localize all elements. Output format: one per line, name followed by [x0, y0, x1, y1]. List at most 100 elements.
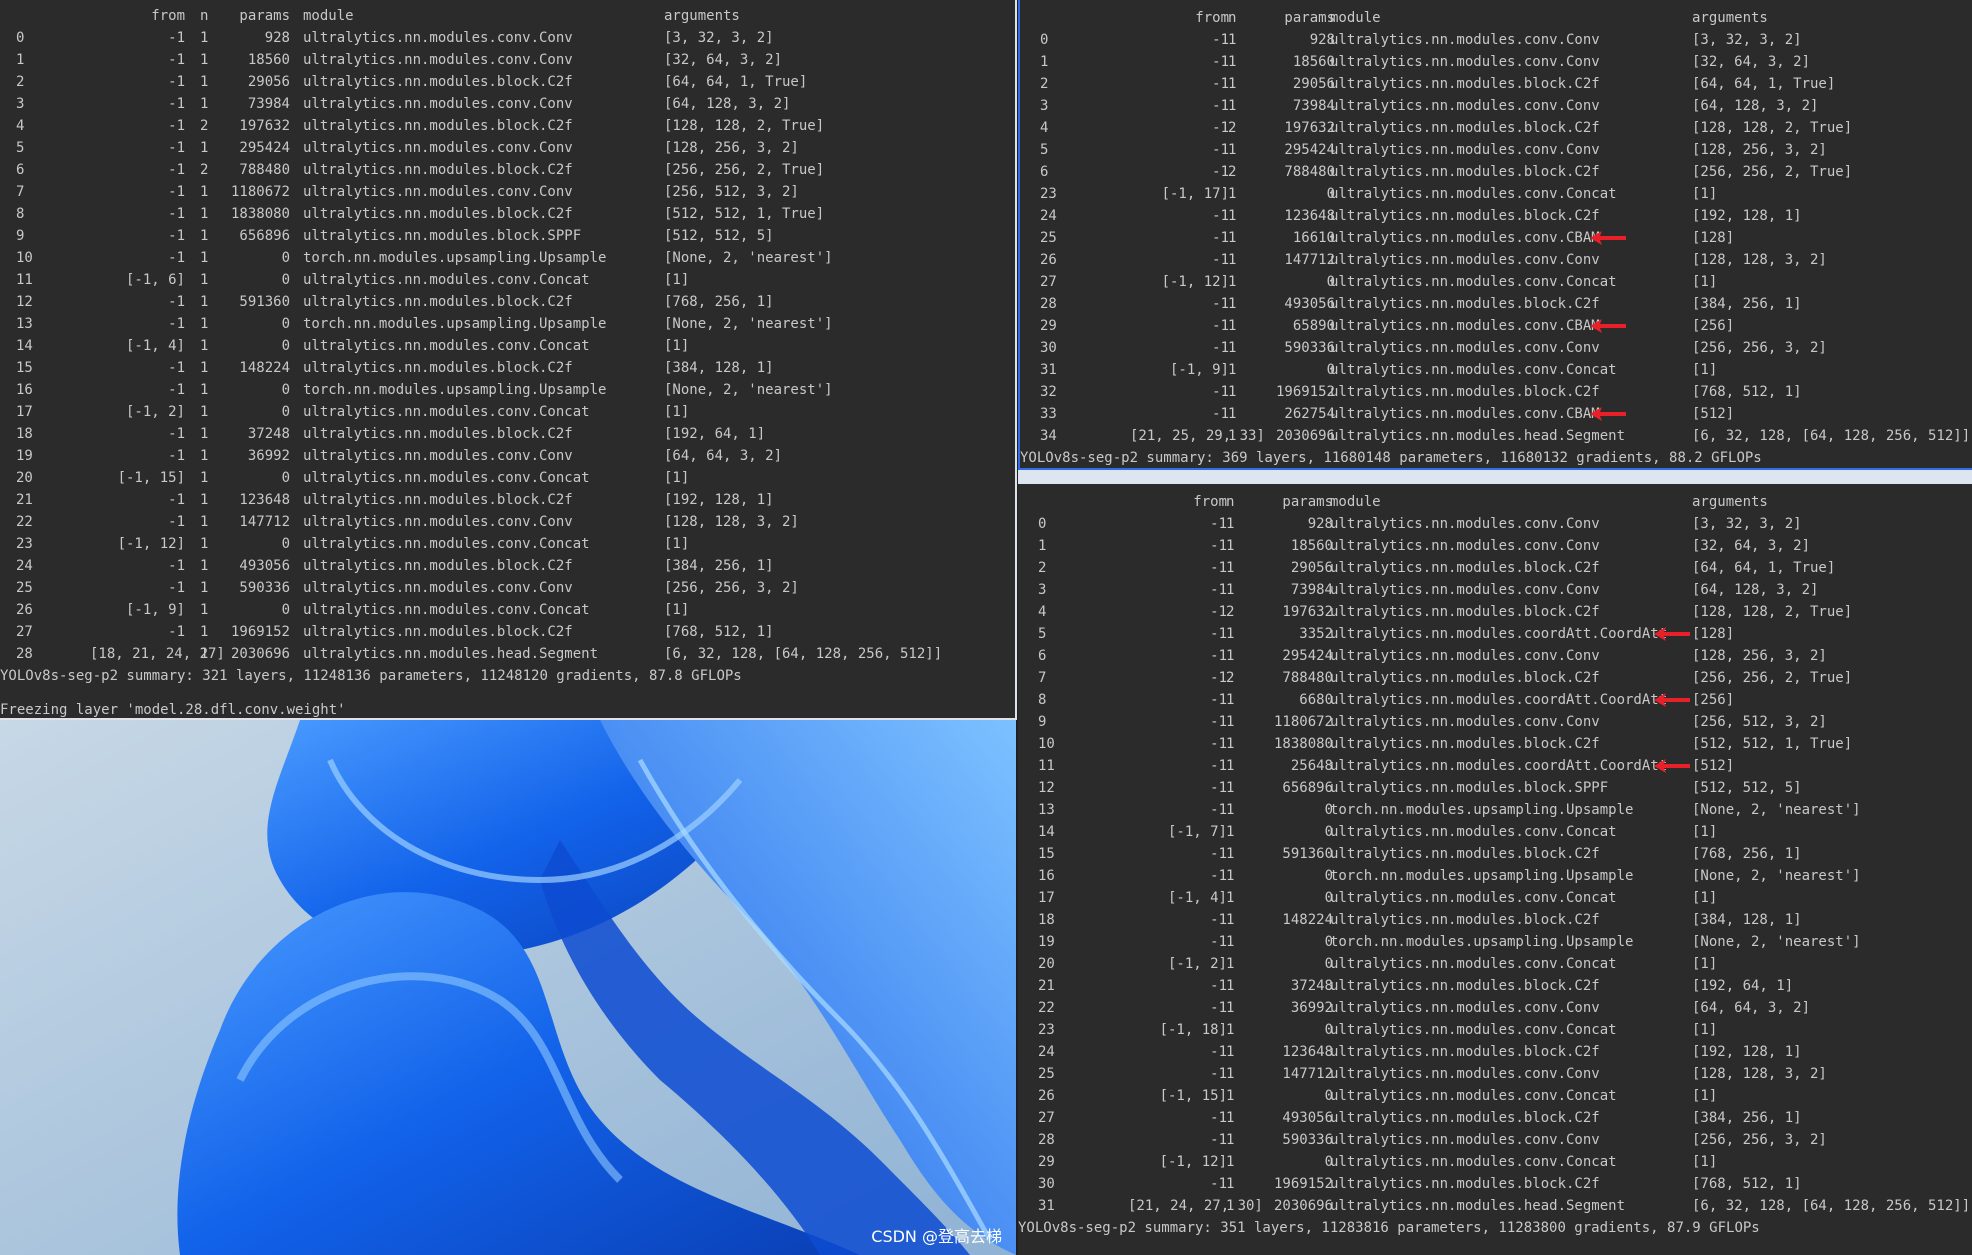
layer-from: [-1, 12]: [1161, 274, 1229, 290]
layer-n: 1: [1226, 1022, 1235, 1038]
layer-module: torch.nn.modules.upsampling.Upsample: [303, 250, 607, 266]
layer-module: ultralytics.nn.modules.block.C2f: [1330, 736, 1600, 752]
layer-params: 18560: [247, 52, 290, 68]
layer-arguments: [256, 256, 2, True]: [1692, 670, 1853, 686]
layer-from: -1: [168, 580, 185, 596]
layer-params: 0: [281, 404, 290, 420]
layer-arguments: [64, 64, 1, True]: [664, 74, 808, 90]
layer-index: 0: [16, 30, 25, 46]
layer-index: 6: [16, 162, 25, 178]
layer-index: 31: [1038, 1198, 1055, 1214]
layer-module: ultralytics.nn.modules.coordAtt.CoordAtt: [1330, 626, 1668, 642]
header-arguments: arguments: [1692, 494, 1768, 510]
layer-module: ultralytics.nn.modules.conv.Conv: [1330, 582, 1600, 598]
layer-arguments: [256, 256, 2, True]: [1692, 164, 1853, 180]
layer-module: torch.nn.modules.upsampling.Upsample: [303, 316, 607, 332]
terminal-panel-left: from n params module arguments 0 -1 1 928 ultraly…: [0, 0, 1017, 720]
layer-params: 0: [1324, 868, 1333, 884]
layer-index: 24: [16, 558, 33, 574]
layer-module: ultralytics.nn.modules.block.C2f: [303, 360, 573, 376]
layer-from: -1: [1210, 714, 1227, 730]
layer-index: 0: [1040, 32, 1049, 48]
layer-n: 2: [1228, 164, 1237, 180]
summary-line: YOLOv8s-seg-p2 summary: 351 layers, 1128…: [1018, 1220, 1760, 1236]
layer-n: 1: [1226, 758, 1235, 774]
layer-params: 3352: [1299, 626, 1333, 642]
layer-params: 295424: [1284, 142, 1335, 158]
layer-module: ultralytics.nn.modules.block.C2f: [303, 118, 573, 134]
layer-params: 0: [1324, 956, 1333, 972]
layer-module: ultralytics.nn.modules.conv.Conv: [1330, 538, 1600, 554]
layer-from: -1: [168, 294, 185, 310]
layer-index: 21: [1038, 978, 1055, 994]
layer-from: [21, 24, 27, 30]: [1128, 1198, 1263, 1214]
layer-module: ultralytics.nn.modules.block.C2f: [303, 558, 573, 574]
layer-params: 1969152: [1275, 384, 1335, 400]
layer-params: 29056: [1292, 76, 1335, 92]
layer-n: 1: [1226, 780, 1235, 796]
layer-arguments: [1]: [1692, 1088, 1718, 1104]
layer-index: 17: [16, 404, 33, 420]
summary-line: YOLOv8s-seg-p2 summary: 321 layers, 1124…: [0, 668, 742, 684]
layer-index: 12: [16, 294, 33, 310]
layer-n: 1: [1228, 186, 1237, 202]
layer-n: 2: [200, 162, 209, 178]
layer-arguments: [None, 2, 'nearest']: [664, 316, 833, 332]
layer-n: 1: [200, 206, 209, 222]
layer-n: 1: [1226, 692, 1235, 708]
layer-from: -1: [168, 140, 185, 156]
layer-from: -1: [168, 492, 185, 508]
layer-params: 29056: [1290, 560, 1333, 576]
layer-index: 11: [1038, 758, 1055, 774]
layer-arguments: [1]: [664, 470, 690, 486]
layer-module: ultralytics.nn.modules.conv.Concat: [303, 338, 590, 354]
layer-n: 1: [200, 382, 209, 398]
layer-index: 3: [1038, 582, 1047, 598]
header-arguments: arguments: [664, 8, 740, 24]
layer-n: 1: [1226, 1176, 1235, 1192]
layer-from: -1: [168, 360, 185, 376]
layer-module: ultralytics.nn.modules.conv.Conv: [1330, 1132, 1600, 1148]
header-from: from: [1195, 10, 1229, 26]
layer-module: ultralytics.nn.modules.coordAtt.CoordAtt: [1330, 758, 1668, 774]
layer-params: 0: [1326, 362, 1335, 378]
layer-index: 2: [16, 74, 25, 90]
layer-n: 1: [200, 52, 209, 68]
log-line: Freezing layer 'model.28.dfl.conv.weight…: [0, 702, 346, 718]
layer-arguments: [None, 2, 'nearest']: [1692, 934, 1861, 950]
layer-from: -1: [1212, 32, 1229, 48]
layer-n: 1: [1228, 318, 1237, 334]
red-arrow-annotation: [1654, 759, 1690, 773]
layer-n: 1: [1226, 648, 1235, 664]
layer-params: 123648: [1282, 1044, 1333, 1060]
layer-from: -1: [168, 426, 185, 442]
layer-params: 493056: [1284, 296, 1335, 312]
layer-module: ultralytics.nn.modules.conv.Conv: [303, 448, 573, 464]
layer-index: 30: [1040, 340, 1057, 356]
layer-arguments: [128, 256, 3, 2]: [664, 140, 799, 156]
layer-params: 1838080: [1273, 736, 1333, 752]
layer-params: 788480: [1282, 670, 1333, 686]
layer-arguments: [192, 64, 1]: [664, 426, 766, 442]
layer-module: ultralytics.nn.modules.conv.Conv: [1330, 714, 1600, 730]
layer-n: 1: [1226, 1132, 1235, 1148]
layer-params: 0: [281, 250, 290, 266]
layer-module: ultralytics.nn.modules.block.C2f: [303, 162, 573, 178]
layer-index: 15: [1038, 846, 1055, 862]
layer-arguments: [128, 128, 2, True]: [664, 118, 825, 134]
layer-arguments: [1]: [1692, 824, 1718, 840]
layer-from: [18, 21, 24, 27]: [90, 646, 225, 662]
layer-from: -1: [1210, 1000, 1227, 1016]
layer-module: ultralytics.nn.modules.conv.Concat: [303, 404, 590, 420]
layer-index: 3: [1040, 98, 1049, 114]
layer-index: 33: [1040, 406, 1057, 422]
layer-n: 1: [1226, 802, 1235, 818]
layer-from: [-1, 17]: [1161, 186, 1229, 202]
layer-n: 1: [200, 338, 209, 354]
header-n: n: [1228, 10, 1237, 26]
layer-params: 262754: [1284, 406, 1335, 422]
layer-module: ultralytics.nn.modules.conv.CBAM: [1330, 230, 1600, 246]
layer-n: 1: [1226, 626, 1235, 642]
layer-arguments: [32, 64, 3, 2]: [1692, 538, 1811, 554]
layer-module: ultralytics.nn.modules.conv.Concat: [1330, 1154, 1617, 1170]
